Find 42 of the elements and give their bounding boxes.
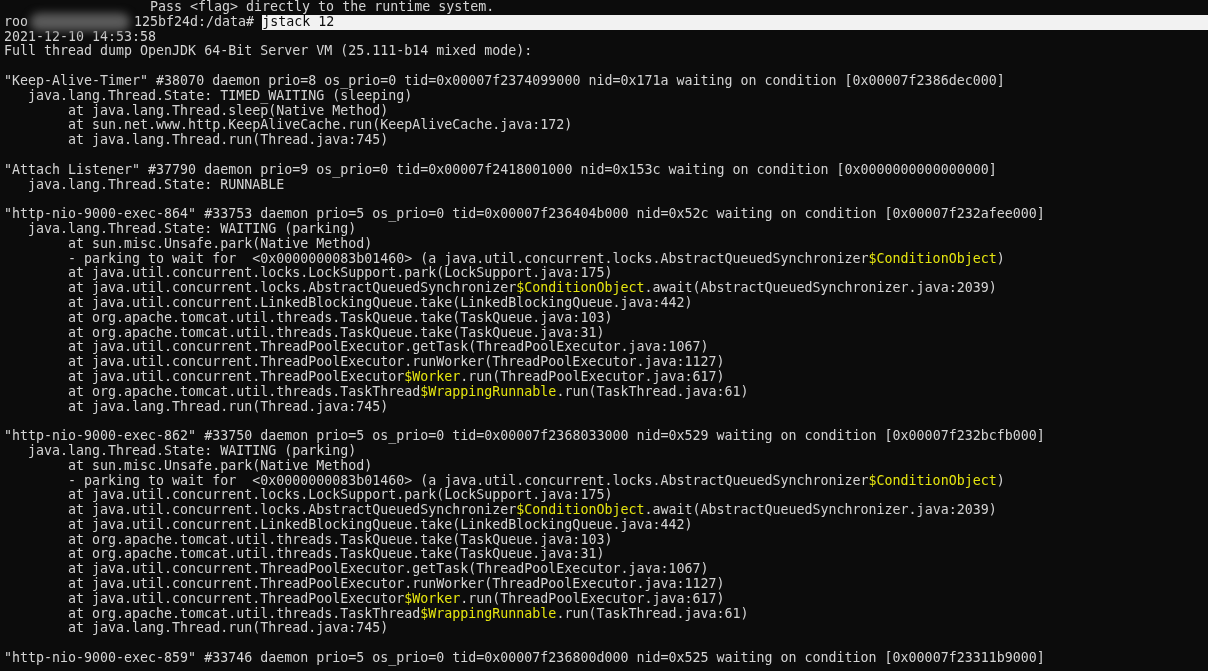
output-line: at java.util.concurrent.ThreadPoolExecutor.getTask(ThreadPoolExecutor.java:1067) [68,340,709,356]
output-line: - parking to wait for <0x0000000083b01460> (a java.util.concurrent.locks.AbstractQueuedSynchronizer$ConditionObject) [68,473,1005,489]
command-input[interactable]: jstack 12 [262,14,1208,30]
output-line: at sun.misc.Unsafe.park(Native Method) [68,236,373,252]
output-line: at java.util.concurrent.LinkedBlockingQueue.take(LinkedBlockingQueue.java:442) [68,517,693,533]
output-line: at sun.misc.Unsafe.park(Native Method) [68,458,373,474]
prompt-path: 125bf24d:/data# [134,14,255,30]
output-line: "http-nio-9000-exec-864" #33753 daemon prio=5 os_prio=0 tid=0x00007f236404b000 nid=0x52c waiting on condition [0x00007f232afee000] [4,207,1045,222]
output-line: at java.util.concurrent.ThreadPoolExecutor$Worker.run(ThreadPoolExecutor.java:617) [68,591,725,607]
output-line: Full thread dump OpenJDK 64-Bit Server VM (25.111-b14 mixed mode): [4,44,533,60]
output-line: at org.apache.tomcat.util.threads.TaskThread$WrappingRunnable.run(TaskThread.java:61) [68,606,749,622]
output-line: java.lang.Thread.State: WAITING (parking) [28,221,357,237]
output-line: at java.util.concurrent.locks.LockSupport.park(LockSupport.java:175) [68,266,613,282]
output-line: at sun.net.www.http.KeepAliveCache.run(KeepAliveCache.java:172) [68,118,573,134]
output-line: "Keep-Alive-Timer" #38070 daemon prio=8 os_prio=0 tid=0x00007f2374099000 nid=0x171a waiting on condition [0x00007f2386dec000] [4,74,1005,89]
output-line: "http-nio-9000-exec-862" #33750 daemon prio=5 os_prio=0 tid=0x00007f2368033000 nid=0x529 waiting on condition [0x00007f232bcfb000] [4,429,1045,444]
output-line: at java.util.concurrent.ThreadPoolExecutor$Worker.run(ThreadPoolExecutor.java:617) [68,369,725,385]
output-line: at org.apache.tomcat.util.threads.TaskQueue.take(TaskQueue.java:103) [68,310,613,326]
prompt-user: roo [4,14,29,30]
output-line: "Attach Listener" #37790 daemon prio=9 os_prio=0 tid=0x00007f2418001000 nid=0x153c waiting on condition [0x0000000000000000] [4,162,997,178]
output-line: at java.lang.Thread.run(Thread.java:745) [68,133,389,148]
output-line: at java.util.concurrent.ThreadPoolExecutor.runWorker(ThreadPoolExecutor.java:1127) [68,355,725,370]
output-line: at java.lang.Thread.run(Thread.java:745) [68,399,389,415]
output-line: at java.lang.Thread.sleep(Native Method) [68,103,389,119]
output-line: Pass <flag> directly to the runtime system. [150,0,495,15]
output-line: at java.util.concurrent.locks.AbstractQueuedSynchronizer$ConditionObject.await(AbstractQueuedSynchronizer.java:2039) [68,281,997,296]
output-line: at java.util.concurrent.locks.LockSupport.park(LockSupport.java:175) [68,488,613,504]
output-line: java.lang.Thread.State: WAITING (parking) [28,443,357,459]
output-line: at java.util.concurrent.locks.AbstractQueuedSynchronizer$ConditionObject.await(AbstractQueuedSynchronizer.java:2039) [68,503,997,518]
output-line: - parking to wait for <0x0000000083b01460> (a java.util.concurrent.locks.AbstractQueuedSynchronizer$ConditionObject) [68,251,1005,267]
output-line: at org.apache.tomcat.util.threads.TaskQueue.take(TaskQueue.java:103) [68,532,613,548]
output-line: at java.util.concurrent.ThreadPoolExecutor.runWorker(ThreadPoolExecutor.java:1127) [68,577,725,592]
output-line: at org.apache.tomcat.util.threads.TaskThread$WrappingRunnable.run(TaskThread.java:61) [68,384,749,400]
output-line: java.lang.Thread.State: TIMED_WAITING (sleeping) [28,88,413,104]
output-line: java.lang.Thread.State: RUNNABLE [28,177,285,193]
output-line: at org.apache.tomcat.util.threads.TaskQueue.take(TaskQueue.java:31) [68,547,605,563]
output-line: at java.util.concurrent.LinkedBlockingQueue.take(LinkedBlockingQueue.java:442) [68,295,693,311]
output-line: 2021-12-10 14:53:58 [4,29,157,44]
output-line: "http-nio-9000-exec-859" #33746 daemon prio=5 os_prio=0 tid=0x00007f236800d000 nid=0x525 waiting on condition [0x00007f23311b9000] [4,651,1045,666]
output-line: at org.apache.tomcat.util.threads.TaskQueue.take(TaskQueue.java:31) [68,325,605,341]
output-line: at java.lang.Thread.run(Thread.java:745) [68,621,389,637]
output-line: at java.util.concurrent.ThreadPoolExecutor.getTask(ThreadPoolExecutor.java:1067) [68,562,709,578]
